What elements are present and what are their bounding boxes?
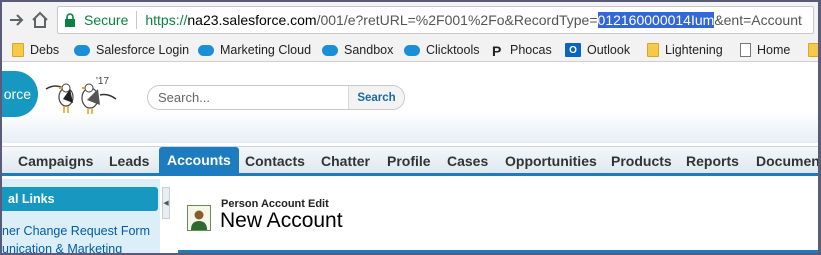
search-button[interactable]: Search: [348, 86, 404, 109]
folder-icon: [12, 43, 24, 57]
home-icon[interactable]: [28, 8, 52, 32]
tab-opportunities[interactable]: Opportunities: [505, 149, 597, 174]
folder-icon: [808, 43, 818, 57]
tab-products[interactable]: Products: [611, 149, 672, 174]
bookmark-clicktools[interactable]: Clicktools: [404, 41, 480, 59]
tab-chatter[interactable]: Chatter: [321, 149, 370, 174]
tab-accounts[interactable]: Accounts: [159, 147, 239, 174]
url-bar[interactable]: Secure https://na23.salesforce.com/001/e…: [57, 6, 814, 34]
person-account-icon: [187, 205, 211, 231]
bookmark-overflow-folder[interactable]: [808, 41, 818, 59]
tab-bar: Campaigns Leads Accounts Contacts Chatte…: [2, 146, 818, 176]
page-icon: [740, 43, 751, 57]
bookmark-debs[interactable]: Debs: [12, 41, 59, 59]
bookmark-salesforce-login[interactable]: Salesforce Login: [74, 41, 189, 59]
tab-campaigns[interactable]: Campaigns: [18, 149, 93, 174]
search-input[interactable]: [148, 86, 348, 109]
tab-documents[interactable]: Documents: [756, 149, 818, 174]
bookmark-outlook[interactable]: O Outlook: [565, 41, 630, 59]
url-selected-text: 012160000014Ium: [597, 12, 715, 28]
main-content: Person Account Edit New Account: [178, 179, 818, 253]
sidebar-collapse-handle[interactable]: ◀: [162, 187, 170, 219]
page-block-header-bar: [178, 250, 818, 253]
bookmarks-bar: Debs Salesforce Login Marketing Cloud Sa…: [2, 38, 818, 62]
url-tail: &ent=Account: [714, 12, 802, 28]
salesforce-cloud-icon: [404, 44, 420, 56]
salesforce-logo[interactable]: orce: [2, 71, 38, 117]
tab-contacts[interactable]: Contacts: [245, 149, 305, 174]
bookmark-marketing-cloud[interactable]: Marketing Cloud: [198, 41, 311, 59]
bookmark-phocas[interactable]: P Phocas: [492, 41, 552, 59]
sidebar-link-communication-marketing[interactable]: unication & Marketing: [2, 242, 122, 253]
bookmark-sandbox[interactable]: Sandbox: [322, 41, 393, 59]
url-scheme: https://: [145, 12, 188, 28]
address-bar-row: Secure https://na23.salesforce.com/001/e…: [2, 2, 818, 38]
bookmark-lightening[interactable]: Lightening: [647, 41, 723, 59]
bookmark-home[interactable]: Home: [740, 41, 790, 59]
browser-window: Secure https://na23.salesforce.com/001/e…: [0, 0, 821, 255]
outlook-icon: O: [565, 43, 581, 57]
page-title: New Account: [220, 209, 343, 232]
tab-reports[interactable]: Reports: [686, 149, 739, 174]
tab-cases[interactable]: Cases: [447, 149, 488, 174]
tab-leads[interactable]: Leads: [109, 149, 149, 174]
folder-icon: [647, 43, 659, 57]
seagull-mascot-icon: '17: [45, 76, 117, 114]
url-host: na23.salesforce.com: [187, 12, 317, 28]
salesforce-cloud-icon: [198, 44, 214, 56]
lock-icon: [64, 12, 78, 28]
sidebar-header: al Links: [2, 187, 158, 211]
url-divider: [136, 11, 138, 29]
secure-label: Secure: [84, 12, 129, 28]
salesforce-cloud-icon: [74, 44, 90, 56]
sidebar: al Links ner Change Request Form unicati…: [2, 179, 160, 253]
salesforce-cloud-icon: [322, 44, 338, 56]
phocas-icon: P: [492, 43, 502, 59]
global-search: Search: [147, 85, 405, 110]
tab-profile[interactable]: Profile: [387, 149, 431, 174]
url-path: /001/e?retURL=%2F001%2Fo&RecordType=: [316, 12, 598, 28]
salesforce-header: orce '17 Search: [2, 63, 818, 143]
sidebar-link-change-request[interactable]: ner Change Request Form: [2, 224, 150, 238]
forward-arrow-icon[interactable]: [4, 8, 28, 32]
mascot-year-badge: '17: [96, 76, 109, 87]
